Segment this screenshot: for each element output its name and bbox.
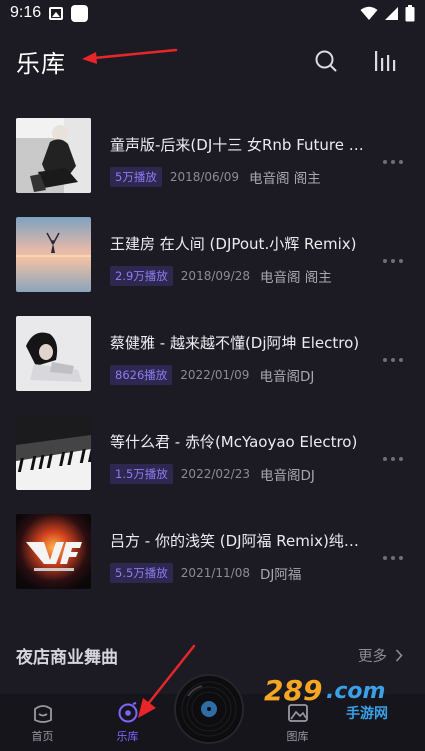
song-title: 吕方 - 你的浅笑 (DJ阿福 Remix)纯音乐 [110, 532, 368, 550]
section-title: 夜店商业舞曲 [16, 647, 118, 668]
song-date: 2018/09/28 [180, 269, 250, 283]
song-cover-image [16, 316, 91, 391]
song-more-button[interactable] [383, 552, 403, 564]
song-uploader: 电音阁 阁主 [259, 270, 332, 286]
more-label: 更多 [358, 648, 387, 665]
chevron-right-icon [395, 648, 403, 662]
song-title: 童声版-后来(DJ十三 女Rnb Future Bass) [110, 136, 368, 154]
music-library-icon [118, 702, 137, 723]
charts-button[interactable] [373, 48, 399, 74]
battery-icon [405, 4, 415, 21]
song-date: 2018/06/09 [169, 170, 239, 184]
vinyl-disc-icon [177, 677, 241, 741]
song-title: 蔡健雅 - 越来越不懂(Dj阿坤 Electro) [110, 334, 360, 352]
song-row[interactable]: 蔡健雅 - 越来越不懂(Dj阿坤 Electro) 8626播放 2022/01… [0, 316, 425, 415]
gallery-icon [287, 704, 308, 722]
play-count-badge: 1.5万播放 [110, 464, 173, 484]
song-title: 王建房 在人间 (DJPout.小辉 Remix) [110, 235, 357, 253]
app-notification-icon [71, 4, 89, 22]
nav-label-home: 首页 [31, 730, 54, 743]
search-icon [315, 50, 337, 72]
play-count-badge: 5万播放 [110, 167, 162, 187]
song-date: 2021/11/08 [180, 566, 250, 580]
nav-item-profile[interactable] [340, 694, 425, 751]
song-list: 童声版-后来(DJ十三 女Rnb Future Bass) 5万播放 2018/… [0, 118, 425, 613]
song-cover-image [16, 217, 91, 292]
song-uploader: 电音阁DJ [259, 468, 315, 484]
nav-item-library[interactable]: 乐库 [85, 694, 170, 751]
now-playing-disc[interactable] [176, 676, 242, 742]
app-header: 乐库 [0, 40, 425, 82]
more-link[interactable]: 更多 [358, 645, 409, 666]
song-more-button[interactable] [383, 453, 403, 465]
song-uploader: 电音阁 阁主 [249, 171, 321, 187]
song-title: 等什么君 - 赤伶(McYaoyao Electro) [110, 433, 358, 451]
song-more-button[interactable] [383, 156, 403, 168]
image-notification-icon [49, 6, 64, 20]
play-count-badge: 5.5万播放 [110, 563, 173, 583]
section-header: 夜店商业舞曲 更多 [0, 640, 425, 670]
song-date: 2022/01/09 [180, 368, 250, 382]
song-uploader: 电音阁DJ [259, 369, 315, 385]
song-cover-image [16, 118, 91, 193]
song-more-button[interactable] [383, 354, 403, 366]
play-count-badge: 8626播放 [110, 365, 173, 385]
home-icon [33, 705, 52, 723]
nav-item-gallery[interactable]: 图库 [255, 694, 340, 751]
song-more-button[interactable] [383, 255, 403, 267]
page-title: 乐库 [16, 49, 66, 78]
nav-item-home[interactable]: 首页 [0, 694, 85, 751]
nav-label-library: 乐库 [116, 730, 139, 743]
song-row[interactable]: 王建房 在人间 (DJPout.小辉 Remix) 2.9万播放 2018/09… [0, 217, 425, 316]
song-cover-image [16, 415, 91, 490]
search-button[interactable] [313, 48, 339, 74]
status-bar: 9:16 [0, 0, 425, 26]
song-uploader: DJ阿福 [259, 567, 302, 583]
nav-label-gallery: 图库 [286, 730, 309, 743]
song-row[interactable]: 吕方 - 你的浅笑 (DJ阿福 Remix)纯音乐 5.5万播放 2021/11… [0, 514, 425, 613]
bar-chart-icon [375, 51, 396, 71]
song-date: 2022/02/23 [180, 467, 250, 481]
song-row[interactable]: 童声版-后来(DJ十三 女Rnb Future Bass) 5万播放 2018/… [0, 118, 425, 217]
wifi-icon [360, 6, 378, 20]
signal-icon [385, 6, 398, 20]
song-row[interactable]: 等什么君 - 赤伶(McYaoyao Electro) 1.5万播放 2022/… [0, 415, 425, 514]
song-cover-image [16, 514, 91, 589]
play-count-badge: 2.9万播放 [110, 266, 173, 286]
status-time: 9:16 [10, 4, 42, 21]
